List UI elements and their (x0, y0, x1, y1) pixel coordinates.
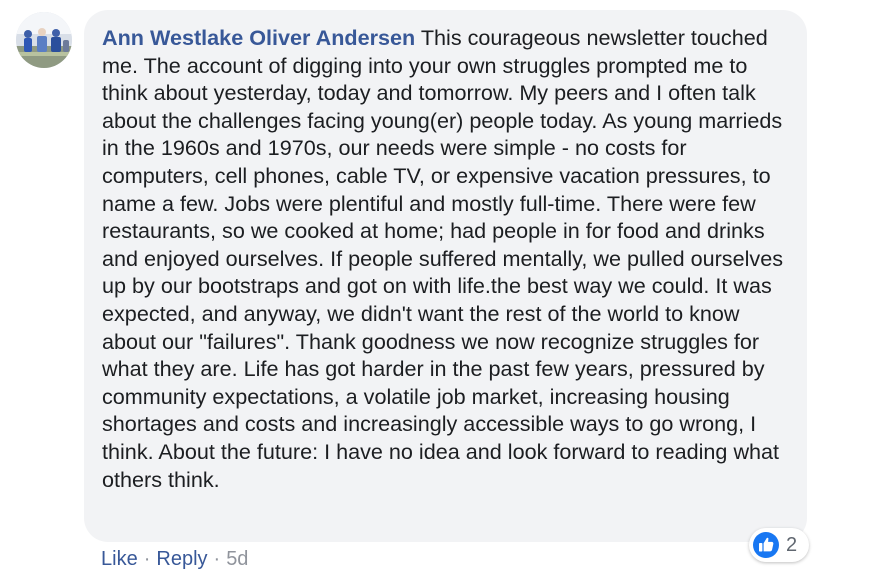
profile-photo (16, 12, 72, 68)
thumbs-up-icon (753, 532, 779, 558)
comment-body: Ann Westlake Oliver Andersen This courag… (102, 24, 793, 493)
comment-text: This courageous newsletter touched me. T… (102, 25, 784, 492)
comment-author-link[interactable]: Ann Westlake Oliver Andersen (102, 25, 415, 50)
like-button[interactable]: Like (101, 548, 138, 570)
avatar[interactable] (16, 12, 72, 68)
reaction-summary[interactable]: 2 (749, 528, 810, 562)
comment-actions: Like · Reply · 5d (101, 546, 248, 572)
separator: · (213, 548, 221, 570)
comment-bubble: Ann Westlake Oliver Andersen This courag… (84, 10, 807, 542)
reaction-count: 2 (786, 534, 798, 556)
comment-timestamp[interactable]: 5d (226, 548, 248, 570)
separator: · (143, 548, 151, 570)
reply-button[interactable]: Reply (156, 548, 207, 570)
